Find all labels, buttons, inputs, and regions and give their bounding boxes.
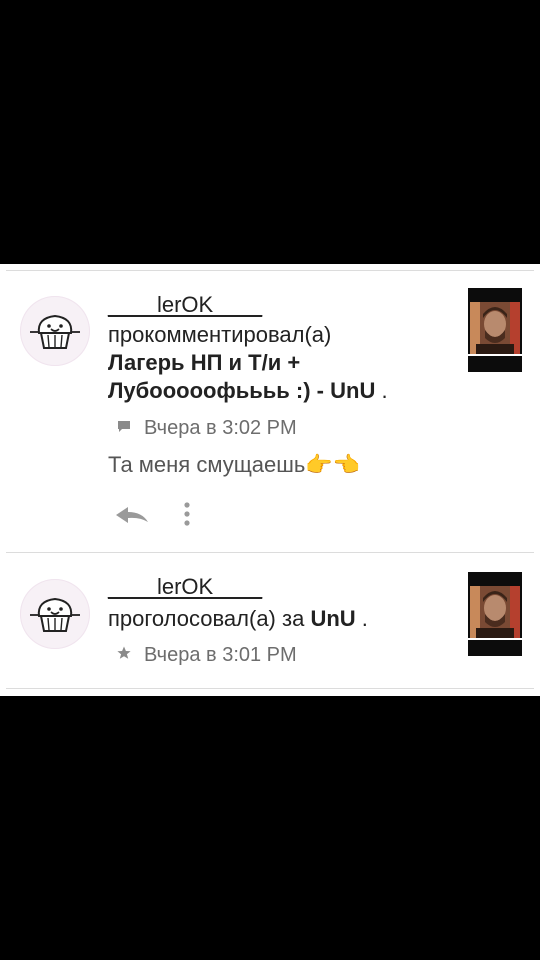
divider — [6, 270, 534, 271]
story-title-line2[interactable]: Лубооооофьььь :) - UnU — [108, 378, 375, 403]
divider — [6, 688, 534, 689]
trailing-dot: . — [381, 378, 388, 403]
notification-feed: ____lerOK____ прокомментировал(а) Лагерь… — [0, 264, 540, 696]
action-text: прокомментировал(а) — [108, 322, 332, 347]
timestamp-row: Вчера в 3:01 PM — [116, 643, 297, 669]
story-title-line1[interactable]: Лагерь НП и Т/и + — [108, 350, 300, 376]
muffin-avatar-icon — [30, 597, 80, 632]
story-cover-image — [468, 288, 522, 372]
trailing-dot: . — [361, 606, 368, 631]
comment-text-row: Та меня смущаешь👉👈 — [108, 452, 360, 479]
username-link[interactable]: ____lerOK____ — [108, 574, 262, 600]
timestamp: Вчера в 3:02 PM — [144, 417, 297, 439]
reply-icon[interactable] — [114, 504, 150, 531]
timestamp-row: Вчера в 3:02 PM — [116, 416, 297, 442]
more-vertical-icon[interactable] — [182, 501, 192, 534]
username-link[interactable]: ____lerOK____ — [108, 292, 262, 318]
story-cover-image — [468, 572, 522, 656]
muffin-avatar-icon — [30, 314, 80, 349]
star-icon — [116, 645, 132, 669]
user-avatar[interactable] — [20, 579, 90, 649]
comment-text: Та меня смущаешь — [108, 452, 306, 477]
comment-icon — [116, 418, 132, 442]
story-cover-thumbnail[interactable] — [468, 288, 522, 372]
divider — [6, 552, 534, 553]
story-title[interactable]: UnU — [310, 606, 355, 631]
story-cover-thumbnail[interactable] — [468, 572, 522, 656]
user-avatar[interactable] — [20, 296, 90, 366]
timestamp: Вчера в 3:01 PM — [144, 644, 297, 666]
pointing-fingers-emoji: 👉👈 — [305, 453, 361, 478]
action-text: проголосовал(а) за — [108, 606, 305, 631]
